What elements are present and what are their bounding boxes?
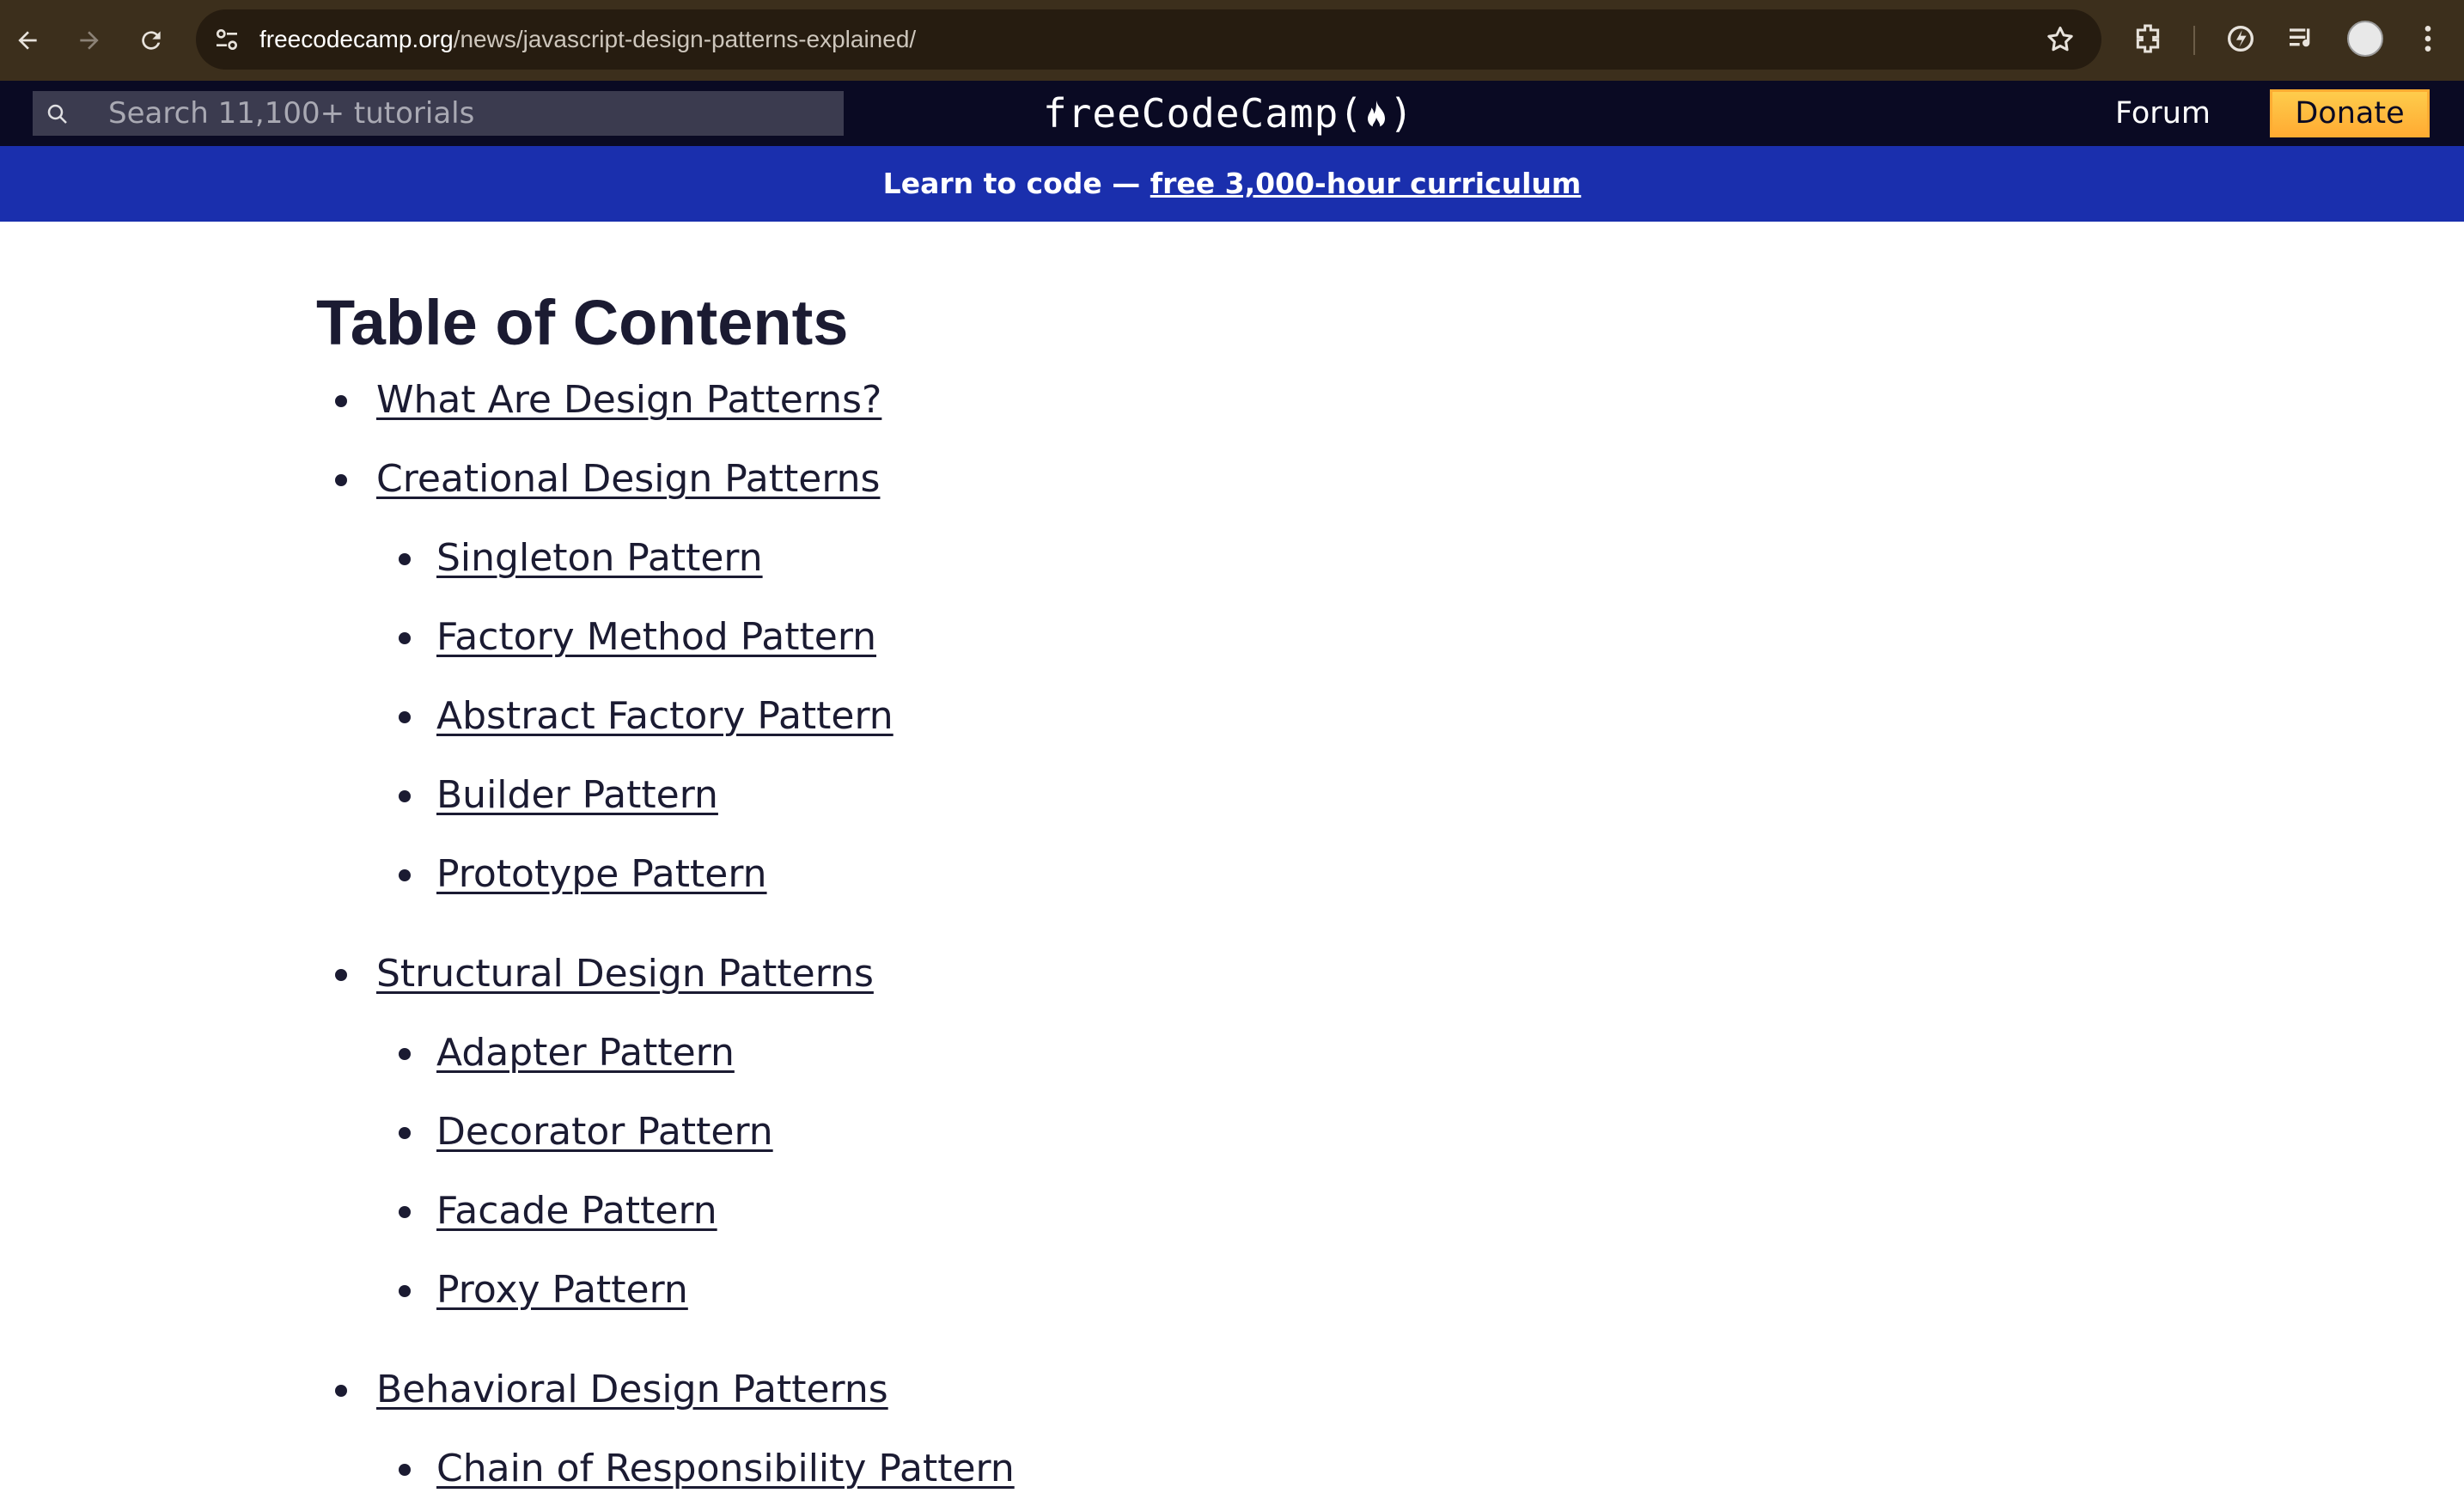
toc-list-item: Creational Design Patterns xyxy=(335,455,880,503)
url-path: /news/javascript-design-patterns-explain… xyxy=(453,26,917,52)
reload-button[interactable] xyxy=(134,23,168,58)
back-button[interactable] xyxy=(10,23,45,58)
bullet-icon xyxy=(399,1127,411,1139)
search-input[interactable]: Search 11,100+ tutorials xyxy=(33,91,844,136)
toc-heading: Table of Contents xyxy=(316,287,849,358)
bullet-icon xyxy=(399,1285,411,1297)
toc-link[interactable]: Chain of Responsibility Pattern xyxy=(436,1447,1015,1490)
address-bar[interactable]: freecodecamp.org/news/javascript-design-… xyxy=(196,9,2101,70)
toc-list-item: Chain of Responsibility Pattern xyxy=(399,1445,1015,1493)
toc-list-item: Abstract Factory Pattern xyxy=(399,692,894,740)
toc-link[interactable]: Singleton Pattern xyxy=(436,536,763,580)
toc-link[interactable]: What Are Design Patterns? xyxy=(376,378,881,422)
toc-list-item: Behavioral Design Patterns xyxy=(335,1366,888,1414)
bullet-icon xyxy=(399,553,411,565)
toc-list-item: Decorator Pattern xyxy=(399,1108,773,1156)
toc-link[interactable]: Behavioral Design Patterns xyxy=(376,1368,888,1411)
toc-link[interactable]: Factory Method Pattern xyxy=(436,615,876,659)
browser-toolbar: freecodecamp.org/news/javascript-design-… xyxy=(0,0,2464,81)
bookmark-star-icon[interactable] xyxy=(2045,24,2076,55)
toc-link[interactable]: Structural Design Patterns xyxy=(376,952,874,996)
toc-list-item: What Are Design Patterns? xyxy=(335,376,881,424)
more-menu-icon[interactable] xyxy=(2411,21,2445,56)
bullet-icon xyxy=(399,1048,411,1060)
toc-list-item: Structural Design Patterns xyxy=(335,950,874,998)
bullet-icon xyxy=(335,1385,347,1397)
extensions-icon[interactable] xyxy=(2131,21,2165,56)
forward-button[interactable] xyxy=(72,23,107,58)
toc-link[interactable]: Abstract Factory Pattern xyxy=(436,694,894,738)
forum-link[interactable]: Forum xyxy=(2115,81,2211,146)
site-settings-icon[interactable] xyxy=(213,26,241,53)
bullet-icon xyxy=(399,790,411,802)
bullet-icon xyxy=(399,1206,411,1218)
flame-icon xyxy=(1368,100,1386,131)
bullet-icon xyxy=(399,711,411,723)
curriculum-link[interactable]: free 3,000-hour curriculum xyxy=(1150,167,1582,200)
media-controls-icon[interactable] xyxy=(2285,21,2320,56)
toc-link[interactable]: Adapter Pattern xyxy=(436,1031,735,1075)
back-arrow-icon xyxy=(18,31,37,50)
url-domain: freecodecamp.org xyxy=(259,26,454,52)
url-text: freecodecamp.org/news/javascript-design-… xyxy=(259,9,916,70)
search-placeholder: Search 11,100+ tutorials xyxy=(108,96,475,131)
banner-text: Learn to code — xyxy=(882,167,1150,200)
profile-avatar[interactable] xyxy=(2347,21,2383,57)
toc-link[interactable]: Decorator Pattern xyxy=(436,1110,773,1154)
performance-icon[interactable] xyxy=(2223,21,2258,56)
bullet-icon xyxy=(335,969,347,981)
learn-banner: Learn to code — free 3,000-hour curricul… xyxy=(0,146,2464,222)
toc-link[interactable]: Creational Design Patterns xyxy=(376,457,880,501)
toc-link[interactable]: Prototype Pattern xyxy=(436,852,767,896)
bullet-icon xyxy=(399,632,411,644)
bullet-icon xyxy=(399,869,411,881)
forward-arrow-icon xyxy=(80,31,99,50)
toc-link[interactable]: Proxy Pattern xyxy=(436,1268,688,1312)
freecodecamp-logo[interactable]: freeCodeCamp() xyxy=(1043,86,1414,141)
bullet-icon xyxy=(335,395,347,407)
toolbar-divider xyxy=(2193,26,2195,55)
toc-list-item: Factory Method Pattern xyxy=(399,613,876,661)
donate-button[interactable]: Donate xyxy=(2270,89,2430,137)
logo-text: freeCodeCamp xyxy=(1043,90,1339,137)
toc-link[interactable]: Builder Pattern xyxy=(436,773,718,817)
toc-list-item: Builder Pattern xyxy=(399,771,718,820)
toc-list-item: Proxy Pattern xyxy=(399,1266,688,1314)
site-navbar: Search 11,100+ tutorials freeCodeCamp() … xyxy=(0,81,2464,146)
toc-list-item: Adapter Pattern xyxy=(399,1029,735,1077)
reload-icon xyxy=(142,31,161,50)
bullet-icon xyxy=(399,1464,411,1476)
toc-list-item: Prototype Pattern xyxy=(399,850,767,899)
toc-list-item: Singleton Pattern xyxy=(399,534,763,582)
bullet-icon xyxy=(335,474,347,486)
search-icon xyxy=(47,104,67,124)
toc-link[interactable]: Facade Pattern xyxy=(436,1189,717,1233)
toc-list-item: Facade Pattern xyxy=(399,1187,717,1235)
